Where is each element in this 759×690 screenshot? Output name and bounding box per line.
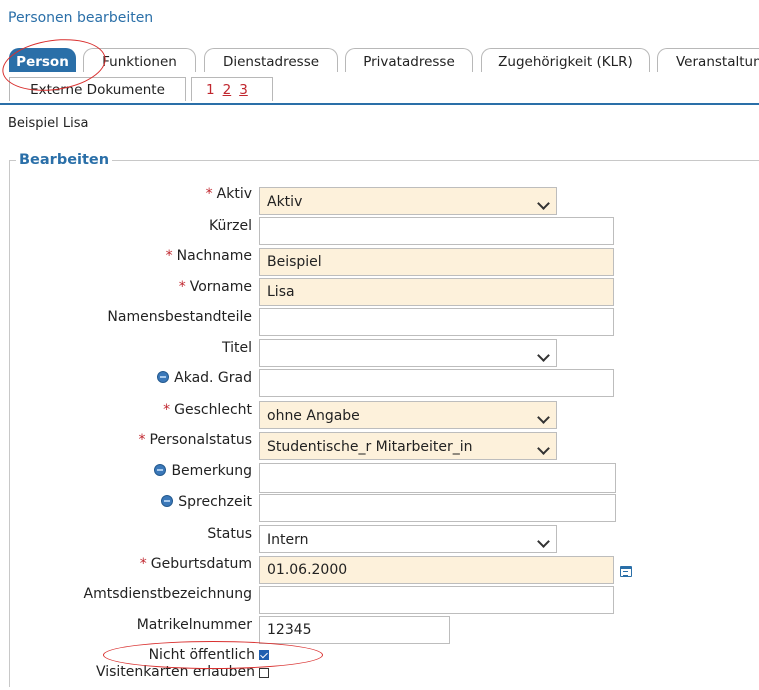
sprechzeit-input[interactable]	[259, 494, 616, 522]
chevron-down-icon	[537, 349, 550, 362]
aktiv-label: * Aktiv	[205, 186, 252, 202]
geschlecht-label: * Geschlecht	[163, 402, 252, 418]
tab-zugehoerigkeit[interactable]: Zugehörigkeit (KLR)	[481, 48, 650, 72]
matrikelnummer-input[interactable]: 12345	[259, 616, 450, 644]
required-marker: *	[139, 556, 147, 572]
titel-select[interactable]	[259, 339, 557, 367]
chevron-down-icon	[537, 442, 550, 455]
tab-veranstaltungen[interactable]: Veranstaltungen	[657, 48, 759, 72]
globe-icon[interactable]	[154, 464, 167, 476]
nachname-label: * Nachname	[165, 248, 252, 264]
vorname-input[interactable]: Lisa	[259, 278, 614, 306]
tab-divider	[0, 103, 759, 105]
akad-grad-label: Akad. Grad	[157, 370, 252, 386]
geschlecht-select[interactable]: ohne Angabe	[259, 401, 557, 429]
personalstatus-select[interactable]: Studentische_r Mitarbeiter_in	[259, 432, 557, 460]
section-legend: Bearbeiten	[16, 152, 113, 168]
namensbestandteile-input[interactable]	[259, 308, 614, 336]
required-marker: *	[178, 279, 186, 295]
required-marker: *	[165, 248, 173, 264]
akad-grad-input[interactable]	[259, 369, 614, 397]
tab-privatadresse[interactable]: Privatadresse	[345, 48, 473, 72]
kuerzel-input[interactable]	[259, 217, 614, 245]
page-title: Personen bearbeiten	[8, 10, 154, 26]
titel-label: Titel	[221, 340, 252, 356]
globe-icon[interactable]	[157, 371, 170, 383]
vorname-label: * Vorname	[178, 279, 252, 295]
status-select[interactable]: Intern	[259, 525, 557, 553]
personalstatus-label: * Personalstatus	[138, 432, 252, 448]
bemerkung-label: Bemerkung	[154, 463, 252, 479]
geburtsdatum-input[interactable]: 01.06.2000	[259, 556, 614, 584]
matrikelnummer-label: Matrikelnummer	[136, 617, 252, 633]
geburtsdatum-label: * Geburtsdatum	[139, 556, 252, 572]
page-link-2[interactable]: 2	[223, 82, 232, 98]
status-label: Status	[207, 526, 252, 542]
sprechzeit-label: Sprechzeit	[161, 494, 252, 510]
chevron-down-icon	[537, 535, 550, 548]
visitenkarten-checkbox[interactable]	[259, 668, 269, 678]
bemerkung-input[interactable]	[259, 463, 616, 493]
required-marker: *	[138, 432, 146, 448]
tab-pagination: 123	[191, 77, 273, 101]
tab-dienstadresse[interactable]: Dienstadresse	[204, 48, 338, 72]
aktiv-select[interactable]: Aktiv	[259, 187, 557, 215]
amtsdienstbezeichnung-label: Amtsdienstbezeichnung	[83, 586, 252, 602]
page-link-3[interactable]: 3	[239, 82, 248, 98]
calendar-icon[interactable]	[620, 566, 632, 577]
chevron-down-icon	[537, 411, 550, 424]
namensbestandteile-label: Namensbestandteile	[107, 309, 252, 325]
globe-icon[interactable]	[161, 495, 174, 507]
chevron-down-icon	[537, 197, 550, 210]
required-marker: *	[205, 186, 213, 202]
annotation-ellipse-checkbox	[103, 641, 323, 669]
page-link-1[interactable]: 1	[206, 82, 215, 98]
kuerzel-label: Kürzel	[209, 218, 252, 234]
nachname-input[interactable]: Beispiel	[259, 248, 614, 276]
person-name: Beispiel Lisa	[8, 116, 89, 131]
required-marker: *	[163, 402, 171, 418]
amtsdienstbezeichnung-input[interactable]	[259, 586, 614, 614]
